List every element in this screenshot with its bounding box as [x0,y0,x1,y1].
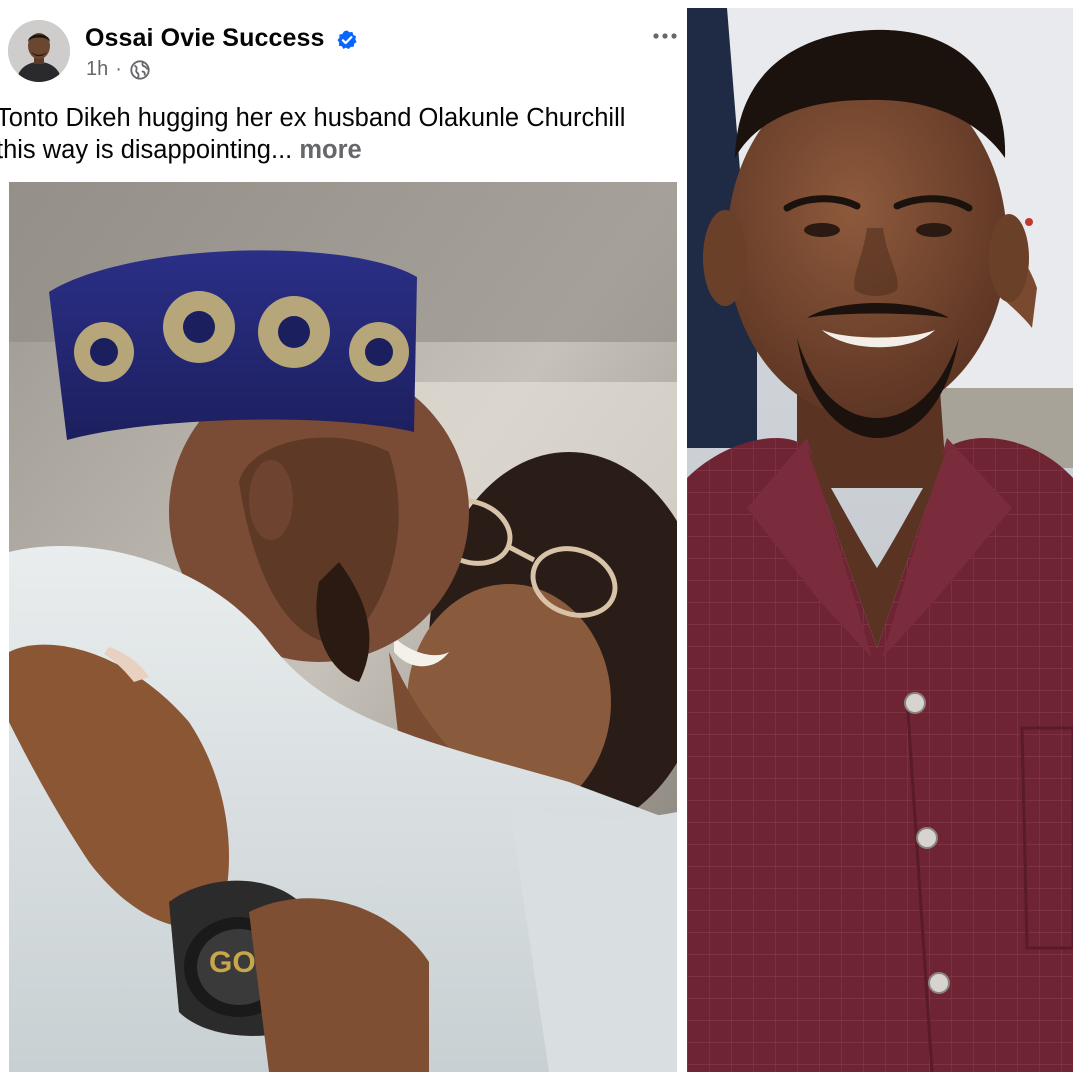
post-photo-illustration: GO [9,182,677,1072]
more-horizontal-icon[interactable] [650,26,680,46]
post-text-line-2: this way is disappointing... more [0,134,684,166]
facebook-post-card: Ossai Ovie Success 1h · Tonto Dikeh hugg… [0,0,684,1080]
meta-separator: · [115,58,122,80]
verified-badge-icon [337,30,357,50]
author-name[interactable]: Ossai Ovie Success [85,24,324,53]
portrait-illustration [687,8,1073,1072]
globe-icon[interactable] [129,59,151,81]
author-avatar[interactable] [8,20,70,82]
watermark-text: GO [209,946,256,979]
see-more-link[interactable]: more [299,136,361,164]
post-meta: 1h · [86,58,151,81]
post-timestamp[interactable]: 1h [86,58,108,81]
portrait-photo [687,8,1073,1072]
avatar-image [8,20,70,82]
post-text-line-2-content: this way is disappointing... [0,136,293,164]
post-photo[interactable]: GO [9,182,677,1072]
post-text: Tonto Dikeh hugging her ex husband Olaku… [0,102,684,166]
post-text-line-1: Tonto Dikeh hugging her ex husband Olaku… [0,104,626,132]
collage: Ossai Ovie Success 1h · Tonto Dikeh hugg… [0,0,1080,1080]
